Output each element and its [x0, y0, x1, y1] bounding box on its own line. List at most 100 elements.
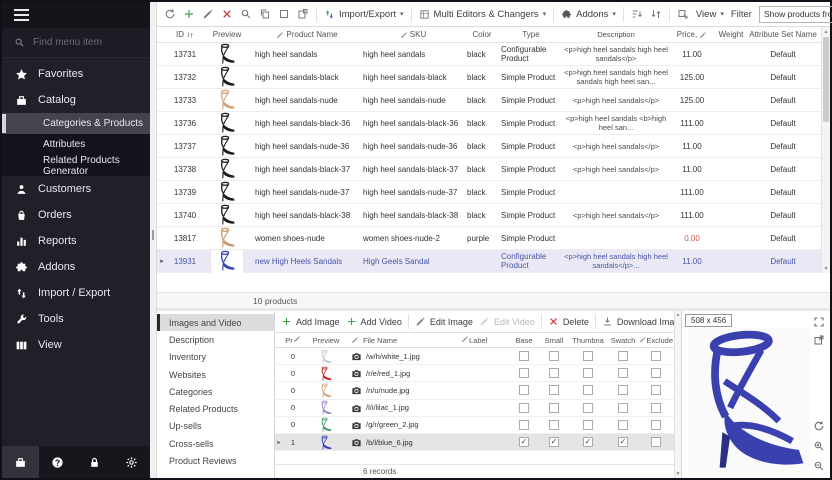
- exclude-checkbox[interactable]: [651, 385, 661, 395]
- swatch-checkbox[interactable]: ✓: [618, 437, 628, 447]
- media-scroll-down-icon[interactable]: ▼: [676, 471, 681, 477]
- column-header-attr[interactable]: Attribute Set Name: [749, 30, 817, 39]
- exclude-checkbox[interactable]: [651, 351, 661, 361]
- column-header-color[interactable]: Color: [463, 30, 497, 39]
- sidebar-item-categories-products[interactable]: Categories & Products: [2, 113, 150, 134]
- tab-product-reviews[interactable]: Product Reviews: [157, 452, 274, 469]
- view-button[interactable]: View▾: [696, 9, 724, 20]
- media-row[interactable]: 0/n/u/nude.jpg: [275, 382, 674, 399]
- tab-categories[interactable]: Categories: [157, 383, 274, 400]
- media-column-header-small[interactable]: Small: [539, 336, 569, 345]
- select-checkbox-icon[interactable]: [278, 8, 290, 20]
- sidebar-search[interactable]: Find menu item: [2, 28, 150, 58]
- tab-inventory[interactable]: Inventory: [157, 349, 274, 366]
- tab-up-sells[interactable]: Up-sells: [157, 418, 274, 435]
- delete-image-button[interactable]: Delete: [548, 316, 589, 327]
- swatch-checkbox[interactable]: [618, 385, 628, 395]
- edit-product-icon[interactable]: [202, 8, 214, 20]
- thumbnail-checkbox[interactable]: [583, 351, 593, 361]
- swatch-checkbox[interactable]: [618, 403, 628, 413]
- media-column-header-label[interactable]: Label: [461, 335, 509, 345]
- product-row[interactable]: 13740high heel sandals-black-38high heel…: [157, 204, 830, 227]
- media-row[interactable]: 0/l/i/lilac_1.jpg: [275, 400, 674, 417]
- product-row[interactable]: 13731high heel sandalshigh heel sandalsb…: [157, 43, 830, 66]
- product-grid-scrollbar[interactable]: ▲ ▼: [821, 27, 830, 273]
- product-row[interactable]: 13817women shoes-nudewomen shoes-nude-2p…: [157, 227, 830, 250]
- gear-footer-button[interactable]: [113, 446, 150, 478]
- sidebar-collapse-handle[interactable]: [150, 2, 157, 478]
- sort-az-icon[interactable]: [631, 8, 643, 20]
- column-header-prev[interactable]: Preview: [203, 30, 251, 39]
- download-image-button[interactable]: Download Image: [602, 316, 685, 327]
- small-checkbox[interactable]: [549, 385, 559, 395]
- sidebar-item-catalog[interactable]: Catalog: [2, 87, 150, 113]
- export-grid-icon[interactable]: [677, 8, 689, 20]
- exclude-checkbox[interactable]: [651, 437, 661, 447]
- edit-image-button[interactable]: Edit Image: [415, 316, 473, 327]
- product-row[interactable]: ▸13931new High Heels SandalsHigh Geels S…: [157, 250, 830, 273]
- thumbnail-checkbox[interactable]: [583, 385, 593, 395]
- base-checkbox[interactable]: [519, 351, 529, 361]
- exclude-checkbox[interactable]: [651, 368, 661, 378]
- multi-editors-button[interactable]: Multi Editors & Changers▾: [419, 9, 547, 20]
- sidebar-item-reports[interactable]: Reports: [2, 228, 150, 254]
- tab-images-and-video[interactable]: Images and Video: [157, 314, 274, 331]
- add-product-icon[interactable]: [183, 8, 195, 20]
- thumbnail-checkbox[interactable]: [583, 368, 593, 378]
- tab-websites[interactable]: Websites: [157, 366, 274, 383]
- media-row[interactable]: 0/g/r/green_2.jpg: [275, 417, 674, 434]
- thumbnail-checkbox[interactable]: [583, 403, 593, 413]
- sidebar-item-import-export[interactable]: Import / Export: [2, 280, 150, 306]
- product-row[interactable]: 13737high heel sandals-nude-36high heel …: [157, 135, 830, 158]
- column-header-weight[interactable]: Weight: [713, 30, 749, 39]
- add-image-button[interactable]: Add Image: [281, 316, 340, 327]
- product-row[interactable]: 13736high heel sandals-black-36high heel…: [157, 112, 830, 135]
- fullscreen-icon[interactable]: [813, 316, 825, 328]
- small-checkbox[interactable]: [549, 420, 559, 430]
- column-header-desc[interactable]: Description: [561, 30, 671, 39]
- catalog-footer-button[interactable]: [2, 446, 39, 478]
- media-column-header-file-name[interactable]: File Name: [349, 336, 461, 345]
- add-video-button[interactable]: Add Video: [346, 316, 402, 327]
- refresh-image-icon[interactable]: [813, 420, 825, 432]
- media-column-header-thumbna[interactable]: Thumbna: [569, 336, 607, 345]
- delete-product-icon[interactable]: [221, 8, 233, 20]
- sidebar-item-view[interactable]: View: [2, 332, 150, 358]
- exclude-checkbox[interactable]: [651, 403, 661, 413]
- hamburger-menu-icon[interactable]: [14, 9, 29, 21]
- base-checkbox[interactable]: ✓: [519, 437, 529, 447]
- base-checkbox[interactable]: [519, 403, 529, 413]
- swatch-checkbox[interactable]: [618, 351, 628, 361]
- swatch-checkbox[interactable]: [618, 368, 628, 378]
- sidebar-item-addons[interactable]: Addons: [2, 254, 150, 280]
- edit-video-button[interactable]: Edit Video: [479, 316, 535, 327]
- column-header-sku[interactable]: SKU: [359, 30, 463, 39]
- media-column-header-swatch[interactable]: Swatch: [607, 336, 639, 345]
- addons-button[interactable]: Addons▾: [561, 9, 616, 20]
- sidebar-item-tools[interactable]: Tools: [2, 306, 150, 332]
- open-external-icon[interactable]: [813, 334, 825, 346]
- tab-cross-sells[interactable]: Cross-sells: [157, 435, 274, 452]
- paste-icon[interactable]: [297, 8, 309, 20]
- thumbnail-checkbox[interactable]: [583, 420, 593, 430]
- help-footer-button[interactable]: [39, 446, 76, 478]
- base-checkbox[interactable]: [519, 385, 529, 395]
- media-column-header-base[interactable]: Base: [509, 336, 539, 345]
- media-row[interactable]: 0/w/h/white_1.jpg: [275, 348, 674, 365]
- thumbnail-checkbox[interactable]: ✓: [583, 437, 593, 447]
- category-filter-select[interactable]: Show products from selected categories ▾: [759, 6, 832, 23]
- product-row[interactable]: 13739high heel sandals-nude-37high heel …: [157, 181, 830, 204]
- import-export-button[interactable]: Import/Export▾: [324, 9, 404, 20]
- exclude-checkbox[interactable]: [651, 420, 661, 430]
- tab-description[interactable]: Description: [157, 331, 274, 348]
- scroll-thumb[interactable]: [823, 37, 829, 122]
- media-row[interactable]: ▸1/b/l/blue_6.jpg✓✓✓✓: [275, 434, 674, 451]
- copy-icon[interactable]: [259, 8, 271, 20]
- swatch-checkbox[interactable]: [618, 420, 628, 430]
- scroll-up-icon[interactable]: ▲: [822, 27, 830, 36]
- zoom-in-icon[interactable]: [813, 440, 825, 452]
- small-checkbox[interactable]: [549, 368, 559, 378]
- product-row[interactable]: 13733high heel sandals-nudehigh heel san…: [157, 89, 830, 112]
- media-row[interactable]: 0/r/e/red_1.jpg: [275, 365, 674, 382]
- media-column-header-pr[interactable]: Pr: [283, 335, 303, 345]
